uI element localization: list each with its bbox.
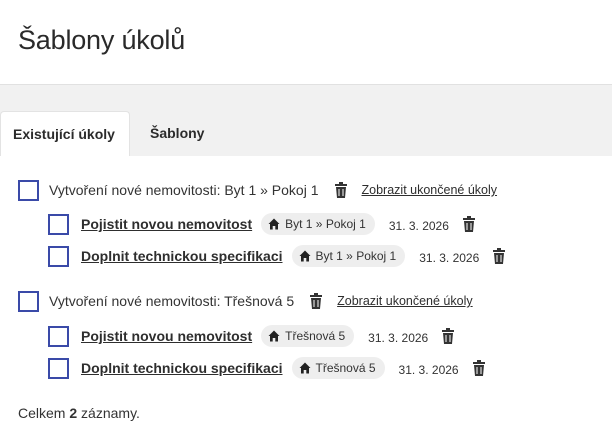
location-chip: Byt 1 » Pokoj 1	[261, 213, 375, 235]
group-checkbox[interactable]	[18, 290, 39, 312]
task-checkbox[interactable]	[48, 357, 69, 379]
task-title-link[interactable]: Doplnit technickou specifikaci	[81, 360, 283, 376]
record-count-prefix: Celkem	[18, 405, 66, 421]
location-chip: Byt 1 » Pokoj 1	[291, 245, 406, 267]
task-checkbox[interactable]	[48, 213, 69, 235]
task-group: Vytvoření nové nemovitosti: Byt 1 » Poko…	[18, 179, 497, 201]
trash-icon[interactable]	[471, 359, 487, 377]
due-date: 31. 3. 2026	[388, 219, 449, 233]
tab-existing-tasks[interactable]: Existující úkoly	[0, 111, 130, 156]
group-label: Vytvoření nové nemovitosti: Třešnová 5	[49, 293, 295, 309]
due-date: 31. 3. 2026	[368, 331, 429, 345]
trash-icon[interactable]	[461, 215, 477, 233]
chip-label: Byt 1 » Pokoj 1	[285, 217, 366, 231]
trash-icon[interactable]	[308, 292, 324, 310]
task-row: Pojistit novou nemovitost Byt 1 » Pokoj …	[48, 213, 477, 235]
task-title-link[interactable]: Pojistit novou nemovitost	[81, 328, 252, 344]
page-title: Šablony úkolů	[18, 25, 186, 55]
due-date: 31. 3. 2026	[398, 363, 459, 377]
record-count: Celkem 2 záznamy.	[18, 405, 140, 421]
task-group: Vytvoření nové nemovitosti: Třešnová 5 Z…	[18, 290, 473, 312]
group-label: Vytvoření nové nemovitosti: Byt 1 » Poko…	[49, 182, 319, 198]
trash-icon[interactable]	[333, 181, 349, 199]
trash-icon[interactable]	[440, 327, 456, 345]
tab-bar: Existující úkoly Šablony	[0, 85, 612, 156]
home-icon	[299, 362, 311, 374]
chip-label: Byt 1 » Pokoj 1	[315, 249, 397, 263]
task-row: Pojistit novou nemovitost Třešnová 5 31.…	[48, 325, 456, 347]
task-title-link[interactable]: Pojistit novou nemovitost	[81, 216, 252, 232]
location-chip: Třešnová 5	[261, 325, 355, 347]
show-completed-link[interactable]: Zobrazit ukončené úkoly	[362, 183, 498, 197]
record-count-suffix: záznamy.	[81, 405, 140, 421]
group-checkbox[interactable]	[18, 179, 39, 201]
home-icon	[299, 250, 311, 262]
task-row: Doplnit technickou specifikaci Třešnová …	[48, 357, 487, 379]
tab-templates[interactable]: Šablony	[150, 111, 204, 156]
location-chip: Třešnová 5	[291, 357, 385, 379]
home-icon	[268, 330, 280, 342]
show-completed-link[interactable]: Zobrazit ukončené úkoly	[337, 294, 473, 308]
trash-icon[interactable]	[491, 247, 507, 265]
chip-label: Třešnová 5	[285, 329, 346, 343]
record-count-value: 2	[69, 405, 78, 421]
page-header: Šablony úkolů	[0, 0, 612, 85]
chip-label: Třešnová 5	[315, 361, 376, 375]
task-row: Doplnit technickou specifikaci Byt 1 » P…	[48, 245, 507, 267]
task-checkbox[interactable]	[48, 325, 69, 347]
task-title-link[interactable]: Doplnit technickou specifikaci	[81, 248, 283, 264]
due-date: 31. 3. 2026	[419, 251, 480, 265]
task-checkbox[interactable]	[48, 245, 69, 267]
home-icon	[268, 218, 280, 230]
